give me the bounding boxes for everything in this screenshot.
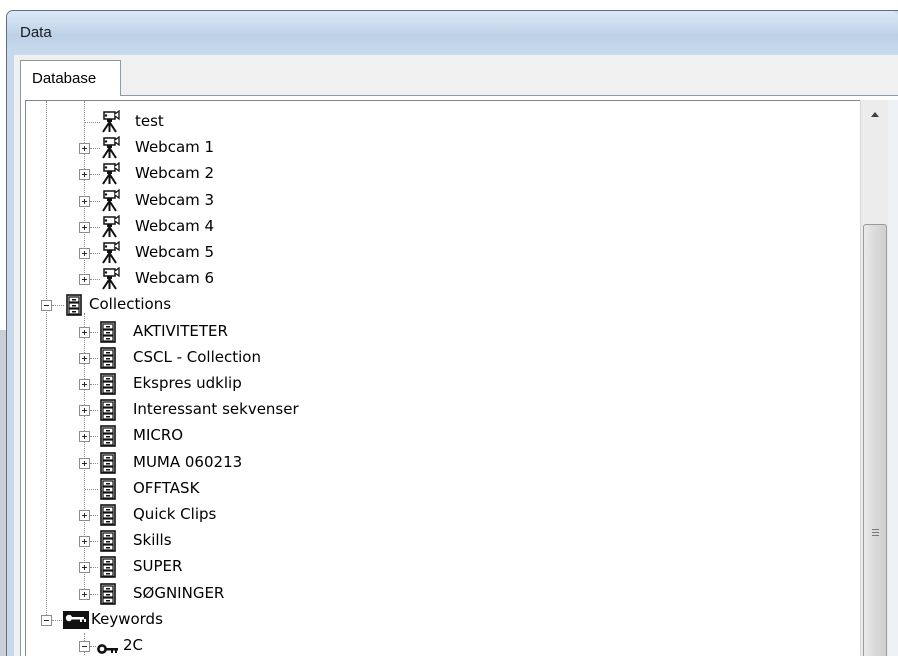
expand-toggle[interactable] bbox=[79, 169, 90, 181]
thumb-grip-line bbox=[872, 535, 879, 536]
tree-item-label: Webcam 3 bbox=[135, 190, 215, 209]
tree-item-label: 2C bbox=[123, 636, 144, 654]
tree-item-label: SØGNINGER bbox=[133, 583, 225, 602]
tree-item-label: Quick Clips bbox=[133, 505, 217, 523]
tree-guide-line bbox=[90, 541, 98, 543]
tree-item-label: Keywords bbox=[91, 609, 163, 628]
tree-item-keywords[interactable]: Keywords bbox=[63, 607, 363, 633]
tree-item-webcam[interactable]: Webcam 5 bbox=[99, 240, 399, 266]
expand-toggle[interactable] bbox=[79, 379, 90, 390]
title-bar[interactable] bbox=[7, 11, 898, 55]
tree-item-label: Skills bbox=[133, 531, 172, 550]
tree-item-collection[interactable]: OFFTASK bbox=[99, 476, 459, 502]
thumb-grip-line bbox=[872, 532, 879, 533]
window-right-edge bbox=[888, 100, 898, 656]
tree-item-label: Webcam 1 bbox=[135, 138, 215, 157]
tree-item-webcam[interactable]: Webcam 4 bbox=[99, 214, 399, 240]
tree-item-keyword[interactable]: 2C bbox=[97, 633, 297, 656]
tree-guide-line bbox=[85, 488, 98, 490]
collapse-toggle[interactable] bbox=[41, 614, 52, 626]
tree-item-label: AKTIVITETER bbox=[133, 321, 228, 340]
expand-toggle[interactable] bbox=[79, 562, 90, 574]
tree-guide-line bbox=[46, 101, 47, 301]
vertical-scrollbar[interactable] bbox=[860, 100, 889, 656]
tree-item-webcam[interactable]: test bbox=[99, 109, 399, 135]
tree-guide-line bbox=[90, 567, 98, 569]
tree-guide-line bbox=[90, 331, 98, 333]
expand-toggle[interactable] bbox=[79, 431, 90, 443]
tree-guide-line bbox=[90, 646, 96, 647]
tree-item-collection[interactable]: Skills bbox=[99, 528, 459, 554]
tree-item-collection[interactable]: MUMA 060213 bbox=[99, 450, 459, 476]
window-title: Data bbox=[20, 24, 52, 41]
tree-guide-line bbox=[90, 357, 98, 359]
expand-toggle[interactable] bbox=[79, 588, 90, 600]
database-tree[interactable]: test Webcam 1 Webcam 2 Webcam 3 Webcam 4 Webc… bbox=[25, 100, 898, 656]
tree-guide-line bbox=[90, 436, 98, 438]
tree-item-label: Collections bbox=[89, 295, 172, 314]
tree-item-collection[interactable]: Quick Clips bbox=[99, 502, 459, 528]
tree-item-webcam[interactable]: Webcam 3 bbox=[99, 188, 399, 214]
tree-guide-line bbox=[90, 462, 98, 464]
tree-guide-line bbox=[85, 122, 100, 123]
tree-item-collections[interactable]: Collections bbox=[65, 292, 365, 318]
tree-item-webcam[interactable]: Webcam 2 bbox=[99, 161, 399, 187]
scroll-up-button[interactable] bbox=[861, 100, 889, 128]
tree-item-collection[interactable]: SUPER bbox=[99, 554, 459, 580]
tree-item-label: SUPER bbox=[133, 557, 183, 576]
tree-item-collection[interactable]: CSCL - Collection bbox=[99, 345, 459, 371]
tree-item-label: Webcam 4 bbox=[135, 216, 215, 235]
tree-guide-line bbox=[90, 410, 98, 412]
tab-database-label: Database bbox=[32, 70, 97, 87]
tree-item-collection[interactable]: Ekspres udklip bbox=[99, 371, 459, 397]
tree-item-label: CSCL - Collection bbox=[133, 347, 261, 366]
tree-guide-line bbox=[46, 301, 47, 621]
scroll-thumb[interactable] bbox=[863, 224, 887, 656]
tree-item-label: MICRO bbox=[133, 426, 184, 445]
tree-item-collection[interactable]: MICRO bbox=[99, 423, 459, 449]
expand-toggle[interactable] bbox=[79, 536, 90, 548]
collapse-toggle[interactable] bbox=[79, 641, 90, 652]
tree-item-label: Ekspres udklip bbox=[133, 374, 242, 392]
tab-database[interactable]: Database bbox=[20, 60, 121, 96]
tree-item-label: Interessant sekvenser bbox=[133, 400, 299, 419]
tree-item-webcam[interactable]: Webcam 6 bbox=[99, 266, 399, 292]
tree-guide-line bbox=[52, 305, 64, 307]
data-window: Data Database test Webcam 1 Webcam 2 Webcam… bbox=[0, 0, 898, 656]
scroll-up-arrow-icon bbox=[871, 112, 879, 117]
collapse-toggle[interactable] bbox=[41, 300, 52, 312]
tree-guide-line bbox=[52, 619, 62, 621]
tree-item-label: Webcam 5 bbox=[135, 243, 215, 261]
expand-toggle[interactable] bbox=[79, 221, 90, 233]
tree-item-collection[interactable]: Interessant sekvenser bbox=[99, 397, 459, 423]
tree-guide-line bbox=[90, 384, 98, 385]
tree-item-label: test bbox=[135, 112, 164, 130]
expand-toggle[interactable] bbox=[79, 143, 90, 155]
window-edge bbox=[0, 330, 6, 656]
tree-item-collection[interactable]: AKTIVITETER bbox=[99, 319, 459, 345]
tree-item-label: Webcam 2 bbox=[135, 164, 215, 183]
tree-item-webcam[interactable]: Webcam 1 bbox=[99, 135, 399, 161]
expand-toggle[interactable] bbox=[79, 510, 90, 521]
tree-item-collection[interactable]: SØGNINGER bbox=[99, 581, 459, 607]
tree-guide-line bbox=[90, 593, 98, 595]
tree-item-label: OFFTASK bbox=[133, 478, 200, 497]
expand-toggle[interactable] bbox=[79, 326, 90, 338]
expand-toggle[interactable] bbox=[79, 274, 90, 286]
expand-toggle[interactable] bbox=[79, 457, 90, 469]
expand-toggle[interactable] bbox=[79, 248, 90, 259]
tree-item-label: Webcam 6 bbox=[135, 269, 215, 288]
thumb-grip-line bbox=[872, 529, 879, 530]
expand-toggle[interactable] bbox=[79, 195, 90, 207]
expand-toggle[interactable] bbox=[79, 352, 90, 364]
tree-guide-line bbox=[90, 515, 98, 516]
expand-toggle[interactable] bbox=[79, 405, 90, 417]
tree-item-label: MUMA 060213 bbox=[133, 452, 243, 471]
